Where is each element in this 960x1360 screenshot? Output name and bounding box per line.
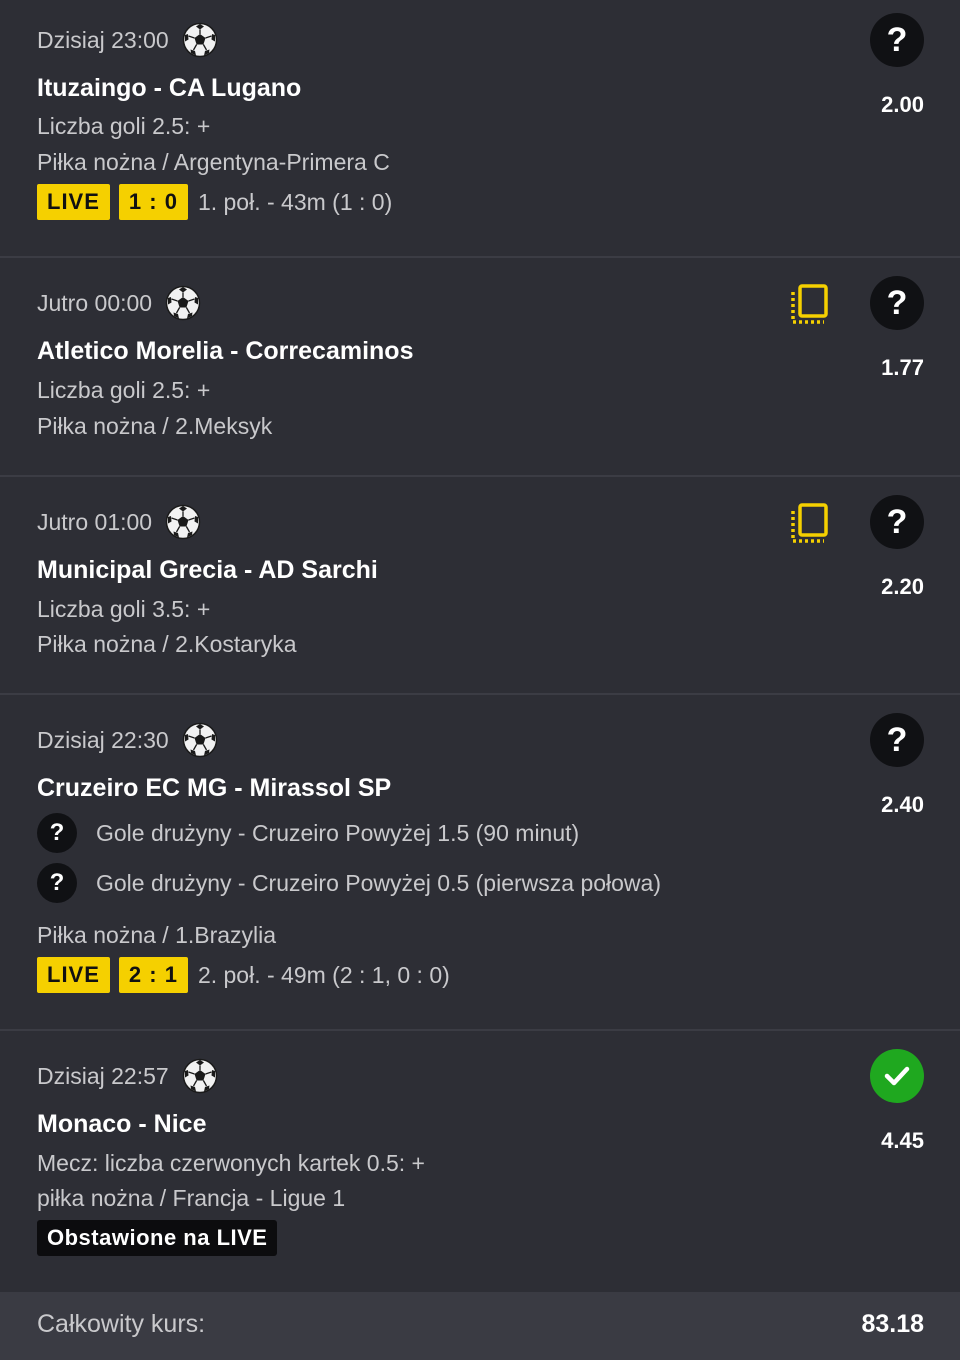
sub-bet-row: ? Gole drużyny - Cruzeiro Powyżej 0.5 (p… <box>37 863 661 903</box>
bet-odds: 2.20 <box>881 574 924 599</box>
match-time: Jutro 00:00 <box>37 289 153 316</box>
bet-card[interactable]: Dzisiaj 22:30 Cruzeiro EC MG - Mirassol … <box>0 695 960 1031</box>
match-time: Dzisiaj 23:00 <box>37 26 169 53</box>
league-label: Piłka nożna / Argentyna-Primera C <box>37 149 390 175</box>
placed-live-badge: Obstawione na LIVE <box>37 1220 278 1256</box>
match-time: Dzisiaj 22:30 <box>37 726 169 753</box>
soccer-ball-icon <box>182 722 218 758</box>
total-odds-label: Całkowity kurs: <box>37 1310 206 1338</box>
soccer-ball-icon <box>165 504 201 540</box>
sub-bet-row: ? Gole drużyny - Cruzeiro Powyżej 1.5 (9… <box>37 813 579 853</box>
status-unknown-icon: ? <box>37 813 77 853</box>
live-badge: LIVE <box>37 184 110 220</box>
match-time-row: Dzisiaj 22:57 <box>37 1058 218 1094</box>
match-time-row: Dzisiaj 22:30 <box>37 722 218 758</box>
match-time-row: Jutro 01:00 <box>37 504 201 540</box>
bet-card[interactable]: Dzisiaj 22:57 Monaco - Nice Mecz: liczba… <box>0 1031 960 1292</box>
match-time-row: Dzisiaj 23:00 <box>37 22 218 58</box>
status-unknown-icon: ? <box>37 863 77 903</box>
live-info: 2. poł. - 49m (2 : 1, 0 : 0) <box>197 961 450 988</box>
match-title: Cruzeiro EC MG - Mirassol SP <box>37 774 392 802</box>
match-title: Ituzaingo - CA Lugano <box>37 74 302 102</box>
bet-card[interactable]: Jutro 01:00 Municipal Grecia - AD Sarchi… <box>0 477 960 695</box>
checkmark-icon <box>870 1049 924 1103</box>
bet-odds: 2.00 <box>881 92 924 117</box>
match-title: Monaco - Nice <box>37 1110 207 1138</box>
live-status-row: LIVE 2 : 1 2. poł. - 49m (2 : 1, 0 : 0) <box>37 957 450 993</box>
copy-bet-icon[interactable] <box>788 501 834 547</box>
match-time-row: Jutro 00:00 <box>37 285 201 321</box>
bet-card[interactable]: Dzisiaj 23:00 Ituzaingo - CA Lugano Licz… <box>0 0 960 258</box>
soccer-ball-icon <box>182 22 218 58</box>
league-label: Piłka nożna / 1.Brazylia <box>37 922 277 948</box>
status-unknown-icon: ? <box>870 276 924 330</box>
live-info: 1. poł. - 43m (1 : 0) <box>197 188 393 215</box>
bet-market: Mecz: liczba czerwonych kartek 0.5: + <box>37 1150 425 1176</box>
soccer-ball-icon <box>165 285 201 321</box>
score-badge: 2 : 1 <box>118 957 188 993</box>
match-time: Dzisiaj 22:57 <box>37 1062 169 1089</box>
match-time: Jutro 01:00 <box>37 508 153 535</box>
match-title: Municipal Grecia - AD Sarchi <box>37 556 378 584</box>
soccer-ball-icon <box>182 1058 218 1094</box>
total-odds-value: 83.18 <box>861 1310 924 1338</box>
status-unknown-icon: ? <box>870 495 924 549</box>
sub-bet-text: Gole drużyny - Cruzeiro Powyżej 0.5 (pie… <box>96 869 661 896</box>
bet-market: Liczba goli 2.5: + <box>37 113 211 139</box>
bet-odds: 4.45 <box>881 1128 924 1153</box>
status-unknown-icon: ? <box>870 13 924 67</box>
bet-market: Liczba goli 3.5: + <box>37 596 211 622</box>
bet-odds: 1.77 <box>881 355 924 380</box>
league-label: Piłka nożna / 2.Meksyk <box>37 413 273 439</box>
status-unknown-icon: ? <box>870 713 924 767</box>
total-odds-bar: Całkowity kurs: 83.18 <box>0 1292 960 1360</box>
sub-bet-text: Gole drużyny - Cruzeiro Powyżej 1.5 (90 … <box>96 819 580 846</box>
live-status-row: LIVE 1 : 0 1. poł. - 43m (1 : 0) <box>37 184 392 220</box>
league-label: piłka nożna / Francja - Ligue 1 <box>37 1185 346 1211</box>
league-label: Piłka nożna / 2.Kostaryka <box>37 631 297 657</box>
bet-market: Liczba goli 2.5: + <box>37 377 211 403</box>
match-title: Atletico Morelia - Correcaminos <box>37 337 414 365</box>
bet-card[interactable]: Jutro 00:00 Atletico Morelia - Correcami… <box>0 258 960 477</box>
bet-odds: 2.40 <box>881 792 924 817</box>
live-badge: LIVE <box>37 957 110 993</box>
score-badge: 1 : 0 <box>118 184 188 220</box>
copy-bet-icon[interactable] <box>788 282 834 328</box>
